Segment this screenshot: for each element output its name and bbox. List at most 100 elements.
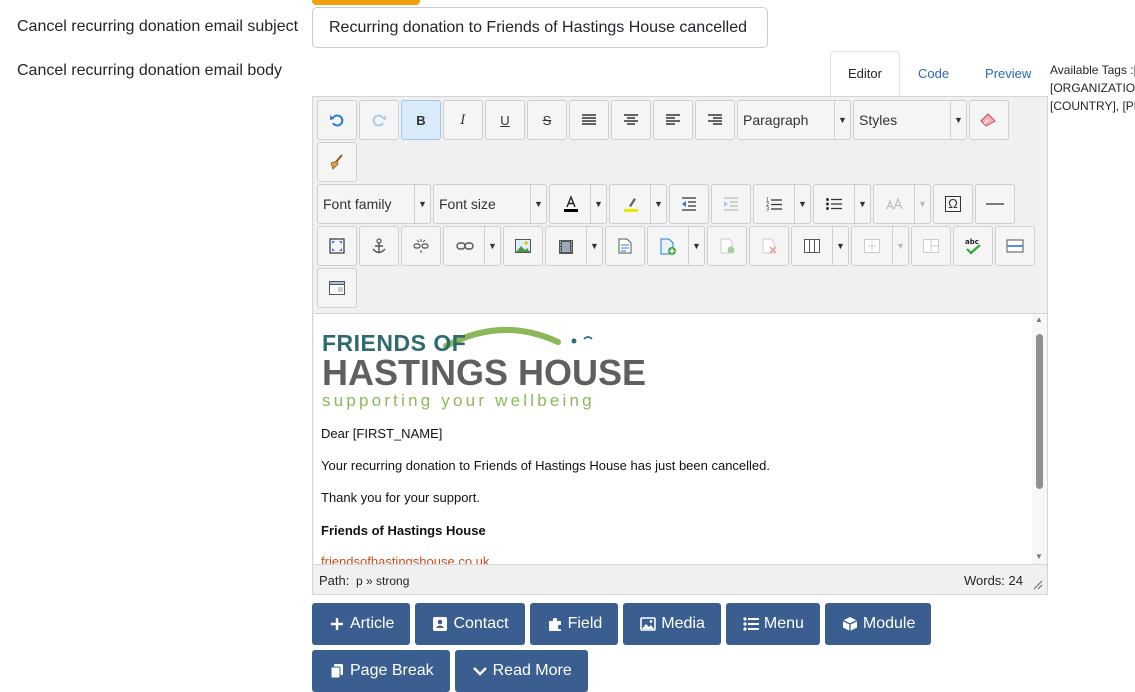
italic-button[interactable]: I <box>443 100 483 140</box>
bullet-list-button[interactable]: ▼ <box>813 184 871 224</box>
content-scrollbar[interactable]: ▲ ▼ <box>1032 314 1047 564</box>
visual-aid-button[interactable] <box>317 268 357 308</box>
status-bar: Path: p » strong Words: 24 <box>314 564 1047 594</box>
tab-code[interactable]: Code <box>900 51 967 97</box>
chevron-down-icon <box>471 662 489 680</box>
table-button[interactable]: ▼ <box>791 226 849 266</box>
delete-row-icon <box>762 238 777 254</box>
resize-handle-icon[interactable] <box>1033 580 1043 590</box>
indent-icon <box>724 197 738 211</box>
outdent-button[interactable] <box>669 184 709 224</box>
contact-button[interactable]: Contact <box>415 603 525 645</box>
page-break-label: Page Break <box>350 662 434 679</box>
logo-line-3: supporting your wellbeing <box>322 391 595 410</box>
puzzle-icon <box>546 615 564 633</box>
font-size-value: Font size <box>439 196 496 212</box>
image-button[interactable] <box>503 226 543 266</box>
path-value[interactable]: p » strong <box>356 574 409 588</box>
chevron-down-icon: ▼ <box>590 185 606 223</box>
insert-file-button[interactable]: ▼ <box>647 226 705 266</box>
horizontal-rule-button[interactable] <box>975 184 1015 224</box>
website-link[interactable]: friendsofhastingshouse.co.uk <box>321 554 489 564</box>
fullscreen-button[interactable] <box>317 226 357 266</box>
subject-label: Cancel recurring donation email subject <box>17 18 299 35</box>
remove-format-button[interactable] <box>969 100 1009 140</box>
subject-input[interactable] <box>312 7 768 48</box>
strikethrough-button[interactable]: S <box>527 100 567 140</box>
editor-content[interactable]: FRIENDS OF HASTINGS HOUSE supporting you… <box>314 313 1047 564</box>
image-icon <box>639 615 657 633</box>
field-button[interactable]: Field <box>529 603 619 645</box>
styles-select[interactable]: Styles ▼ <box>853 100 967 140</box>
align-justify-icon <box>582 114 596 125</box>
chevron-down-icon: ▼ <box>688 227 704 265</box>
table-cell-button[interactable]: ▼ <box>851 226 909 266</box>
redo-button[interactable] <box>359 100 399 140</box>
link-button[interactable]: ▼ <box>443 226 501 266</box>
split-cell-icon <box>923 239 939 253</box>
numbered-list-icon: 123 <box>766 198 782 211</box>
align-left-button[interactable] <box>653 100 693 140</box>
eraser-icon <box>980 113 996 127</box>
page-break-tool-button[interactable] <box>995 226 1035 266</box>
insert-row-button[interactable] <box>707 226 747 266</box>
delete-row-button[interactable] <box>749 226 789 266</box>
cleanup-button[interactable] <box>317 142 357 182</box>
path-label: Path: <box>319 573 350 588</box>
template-button[interactable] <box>605 226 645 266</box>
chevron-down-icon: ▼ <box>650 185 666 223</box>
scroll-down-icon[interactable]: ▼ <box>1035 552 1043 561</box>
menu-button[interactable]: Menu <box>725 603 820 645</box>
text-direction-button[interactable]: ▼ <box>873 184 931 224</box>
undo-button[interactable] <box>317 100 357 140</box>
font-family-select[interactable]: Font family ▼ <box>317 184 431 224</box>
format-select[interactable]: Paragraph ▼ <box>737 100 851 140</box>
highlight-icon <box>624 198 638 212</box>
align-justify-button[interactable] <box>569 100 609 140</box>
chevron-down-icon: ▼ <box>794 185 810 223</box>
align-right-button[interactable] <box>695 100 735 140</box>
undo-icon <box>330 114 344 127</box>
signature-text: Friends of Hastings House <box>321 523 486 538</box>
font-size-select[interactable]: Font size ▼ <box>433 184 547 224</box>
bold-button[interactable]: B <box>401 100 441 140</box>
scrollbar-thumb[interactable] <box>1036 334 1043 489</box>
special-char-button[interactable]: Ω <box>933 184 973 224</box>
contact-card-icon <box>431 615 449 633</box>
link-icon <box>456 242 474 250</box>
word-count: Words: 24 <box>963 573 1023 588</box>
top-tab-indicator <box>312 0 420 5</box>
chevron-down-icon: ▼ <box>414 185 430 223</box>
align-center-button[interactable] <box>611 100 651 140</box>
copy-icon <box>328 662 346 680</box>
spellcheck-icon: abc <box>965 238 981 255</box>
split-cell-button[interactable] <box>911 226 951 266</box>
module-button[interactable]: Module <box>824 603 932 645</box>
media-insert-button[interactable]: Media <box>623 603 721 645</box>
scroll-up-icon[interactable]: ▲ <box>1035 315 1043 324</box>
spellcheck-button[interactable]: abc <box>953 226 993 266</box>
read-more-button[interactable]: Read More <box>454 650 588 692</box>
numbered-list-button[interactable]: 123 ▼ <box>753 184 811 224</box>
indent-button[interactable] <box>711 184 751 224</box>
anchor-icon <box>372 238 386 254</box>
media-button[interactable]: ▼ <box>545 226 603 266</box>
tab-editor[interactable]: Editor <box>830 51 900 97</box>
bullet-list-icon <box>826 198 842 210</box>
text-color-button[interactable]: ▼ <box>549 184 607 224</box>
page-break-button[interactable]: Page Break <box>312 650 450 692</box>
page-break-icon <box>1006 239 1024 253</box>
plus-icon <box>328 615 346 633</box>
chevron-down-icon: ▼ <box>892 227 908 265</box>
unlink-button[interactable] <box>401 226 441 266</box>
horizontal-rule-icon <box>986 203 1004 205</box>
underline-button[interactable]: U <box>485 100 525 140</box>
tags-line-2: [ORGANIZATION <box>1050 81 1135 95</box>
article-button[interactable]: Article <box>312 603 411 645</box>
highlight-color-button[interactable]: ▼ <box>609 184 667 224</box>
image-icon <box>515 239 531 253</box>
tab-preview[interactable]: Preview <box>967 51 1049 97</box>
anchor-button[interactable] <box>359 226 399 266</box>
logo-image: FRIENDS OF HASTINGS HOUSE supporting you… <box>322 320 646 410</box>
font-family-value: Font family <box>323 196 392 212</box>
